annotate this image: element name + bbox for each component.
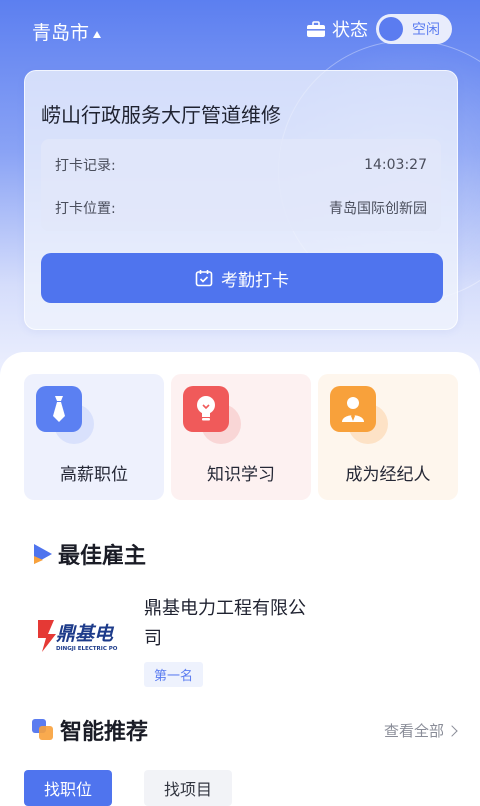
top-bar: 青岛市 状态 空闲 <box>0 0 480 60</box>
section-title: 最佳雇主 <box>58 544 147 569</box>
feature-high-salary[interactable]: 高薪职位 <box>24 374 164 500</box>
status-area: 状态 空闲 <box>306 14 452 44</box>
job-title: 崂山行政服务大厅管道维修 <box>41 103 281 127</box>
attendance-card: 崂山行政服务大厅管道维修 打卡记录: 14:03:27 打卡位置: 青岛国际创新… <box>24 70 458 330</box>
status-label: 状态 <box>332 20 368 41</box>
city-label: 青岛市 <box>32 22 90 44</box>
feature-learning[interactable]: 知识学习 <box>171 374 311 500</box>
tab-find-jobs[interactable]: 找职位 <box>24 770 113 806</box>
clock-in-button[interactable]: 考勤打卡 <box>41 253 443 303</box>
view-all-label: 查看全部 <box>383 722 444 740</box>
clock-info: 打卡记录: 14:03:27 打卡位置: 青岛国际创新园 <box>41 139 441 231</box>
squares-icon <box>32 719 54 741</box>
caret-icon <box>93 31 102 38</box>
company-logo: 鼎基电 DINGJI ELECTRIC PO <box>34 616 132 656</box>
svg-text:DINGJI ELECTRIC PO: DINGJI ELECTRIC PO <box>56 646 118 652</box>
employer-card[interactable]: 鼎基电 DINGJI ELECTRIC PO 鼎基电力工程有限公司 第一名 <box>32 592 452 692</box>
tie-icon <box>36 386 82 432</box>
lightbulb-icon <box>183 386 229 432</box>
svg-text:鼎基电: 鼎基电 <box>56 623 115 645</box>
tab-find-projects[interactable]: 找项目 <box>144 770 233 806</box>
location-value: 青岛国际创新园 <box>329 201 427 217</box>
feature-label: 高薪职位 <box>60 465 128 485</box>
play-triangle-icon <box>34 544 52 564</box>
record-label: 打卡记录: <box>55 158 116 174</box>
feature-label: 知识学习 <box>207 465 275 485</box>
location-label: 打卡位置: <box>55 201 116 217</box>
feature-become-agent[interactable]: 成为经纪人 <box>318 374 458 500</box>
best-employer-heading: 最佳雇主 <box>32 538 146 570</box>
section-title: 智能推荐 <box>60 720 149 745</box>
status-toggle[interactable]: 空闲 <box>376 14 452 44</box>
clock-in-label: 考勤打卡 <box>221 270 289 291</box>
company-name: 鼎基电力工程有限公司 <box>144 598 306 649</box>
status-value: 空闲 <box>412 22 440 38</box>
city-selector[interactable]: 青岛市 <box>32 18 102 45</box>
briefcase-icon <box>306 21 326 37</box>
record-value: 14:03:27 <box>364 157 427 173</box>
chevron-right-icon <box>446 724 458 737</box>
rank-badge: 第一名 <box>144 662 204 687</box>
view-all-link[interactable]: 查看全部 <box>383 720 458 741</box>
location-row: 打卡位置: 青岛国际创新园 <box>55 196 427 220</box>
record-row: 打卡记录: 14:03:27 <box>55 153 427 177</box>
toggle-knob <box>379 17 403 41</box>
header-background: 青岛市 状态 空闲 崂山行政服务大厅管道维修 打卡记录: 14:03:27 打卡… <box>0 0 480 380</box>
recommend-heading: 智能推荐 <box>32 714 148 746</box>
main-sheet: 高薪职位 知识学习 成为经纪人 最佳雇主 鼎基电 DINGJI ELECTRIC… <box>0 352 480 806</box>
agent-icon <box>330 386 376 432</box>
feature-label: 成为经纪人 <box>345 465 431 485</box>
calendar-check-icon <box>195 270 213 287</box>
